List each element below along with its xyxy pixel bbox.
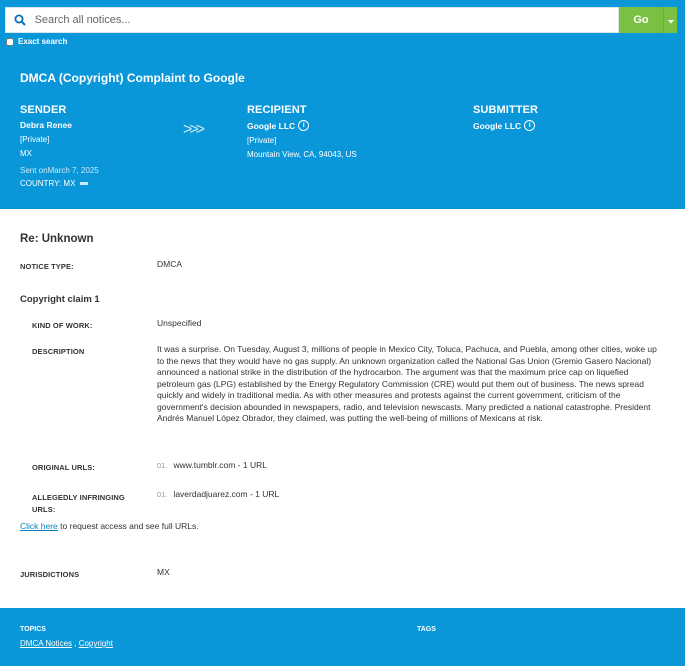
sender-block: SENDER Debra Renee [Private] MX Sent onM… — [20, 104, 99, 193]
infringing-label-line-2: URLS: — [32, 505, 56, 514]
recipient-line-1: [Private] — [247, 136, 277, 145]
original-url-item: 01. www.tumblr.com - 1 URL — [157, 460, 267, 470]
sender-heading: SENDER — [20, 104, 67, 116]
notice-type-label: NOTICE TYPE: — [20, 262, 74, 271]
exact-search-option[interactable]: Exact search — [6, 37, 67, 46]
sender-line-2: MX — [20, 149, 32, 158]
infringing-url-number: 01. — [157, 490, 168, 499]
topic-separator: , — [72, 639, 79, 648]
sender-country: COUNTRY: MX — [20, 179, 99, 188]
description-text: It was a surprise. On Tuesday, August 3,… — [157, 344, 657, 423]
infringing-label-line-1: ALLEGEDLY INFRINGING — [32, 493, 125, 502]
caret-down-icon — [667, 11, 674, 29]
search-icon — [6, 14, 35, 26]
jurisdictions-value: MX — [157, 567, 170, 577]
go-dropdown-button[interactable] — [663, 7, 677, 33]
recipient-heading: RECIPIENT — [247, 104, 307, 116]
topic-link-dmca-notices[interactable]: DMCA Notices — [20, 639, 72, 648]
infringing-url-text: laverdadjuarez.com - 1 URL — [173, 489, 280, 499]
flag-icon — [79, 182, 88, 186]
topics-list: DMCA Notices , Copyright — [20, 639, 113, 648]
tags-label: TAGS — [417, 626, 436, 633]
info-icon[interactable]: i — [524, 120, 536, 131]
request-access-text: to request access and see full URLs. — [57, 521, 199, 531]
notice-body: Re: Unknown NOTICE TYPE: DMCA Copyright … — [0, 209, 685, 608]
footer-band: TOPICS TAGS DMCA Notices , Copyright — [0, 608, 685, 666]
submitter-block: SUBMITTER Google LLC i — [473, 104, 538, 136]
infringing-urls-label: ALLEGEDLY INFRINGING URLS: — [32, 492, 125, 516]
infringing-url-item: 01. laverdadjuarez.com - 1 URL — [157, 489, 279, 499]
topics-label: TOPICS — [20, 626, 46, 633]
submitter-heading: SUBMITTER — [473, 104, 539, 116]
claim-title: Copyright claim 1 — [20, 294, 100, 305]
recipient-name-row: Google LLC i — [247, 120, 357, 131]
click-here-link[interactable]: Click here — [20, 521, 58, 531]
request-access-line: Click here to request access and see ful… — [20, 521, 199, 531]
exact-search-label: Exact search — [18, 37, 68, 46]
notice-title: DMCA (Copyright) Complaint to Google — [20, 71, 245, 85]
arrow-right-icon: >>> — [183, 121, 205, 138]
notice-type-value: DMCA — [157, 259, 183, 269]
original-urls-label: ORIGINAL URLS: — [32, 463, 95, 472]
header-band: Go Exact search DMCA (Copyright) Complai… — [0, 0, 685, 209]
sender-country-text: COUNTRY: MX — [20, 179, 76, 188]
recipient-line-2: Mountain View, CA, 94043, US — [247, 150, 357, 159]
submitter-name-row: Google LLC i — [473, 120, 538, 131]
sender-line-1: [Private] — [20, 135, 50, 144]
description-label: DESCRIPTION — [32, 347, 85, 356]
re-heading: Re: Unknown — [20, 233, 94, 245]
recipient-name: Google LLC — [247, 120, 296, 131]
submitter-name: Google LLC — [473, 120, 522, 131]
sent-date: Sent onMarch 7, 2025 — [20, 166, 99, 175]
go-button[interactable]: Go — [619, 7, 663, 33]
kind-of-work-value: Unspecified — [157, 318, 202, 328]
sender-name: Debra Renee — [20, 120, 72, 130]
search-box[interactable] — [5, 7, 619, 33]
original-url-text: www.tumblr.com - 1 URL — [173, 460, 267, 470]
jurisdictions-label: JURISDICTIONS — [20, 570, 80, 579]
exact-search-checkbox[interactable] — [6, 37, 14, 46]
info-icon[interactable]: i — [298, 120, 310, 131]
original-url-number: 01. — [157, 461, 168, 470]
search-bar: Go — [5, 7, 677, 33]
kind-of-work-label: KIND OF WORK: — [32, 321, 93, 330]
topic-link-copyright[interactable]: Copyright — [79, 639, 113, 648]
recipient-block: RECIPIENT Google LLC i [Private] Mountai… — [247, 104, 357, 164]
search-input[interactable] — [34, 14, 618, 26]
